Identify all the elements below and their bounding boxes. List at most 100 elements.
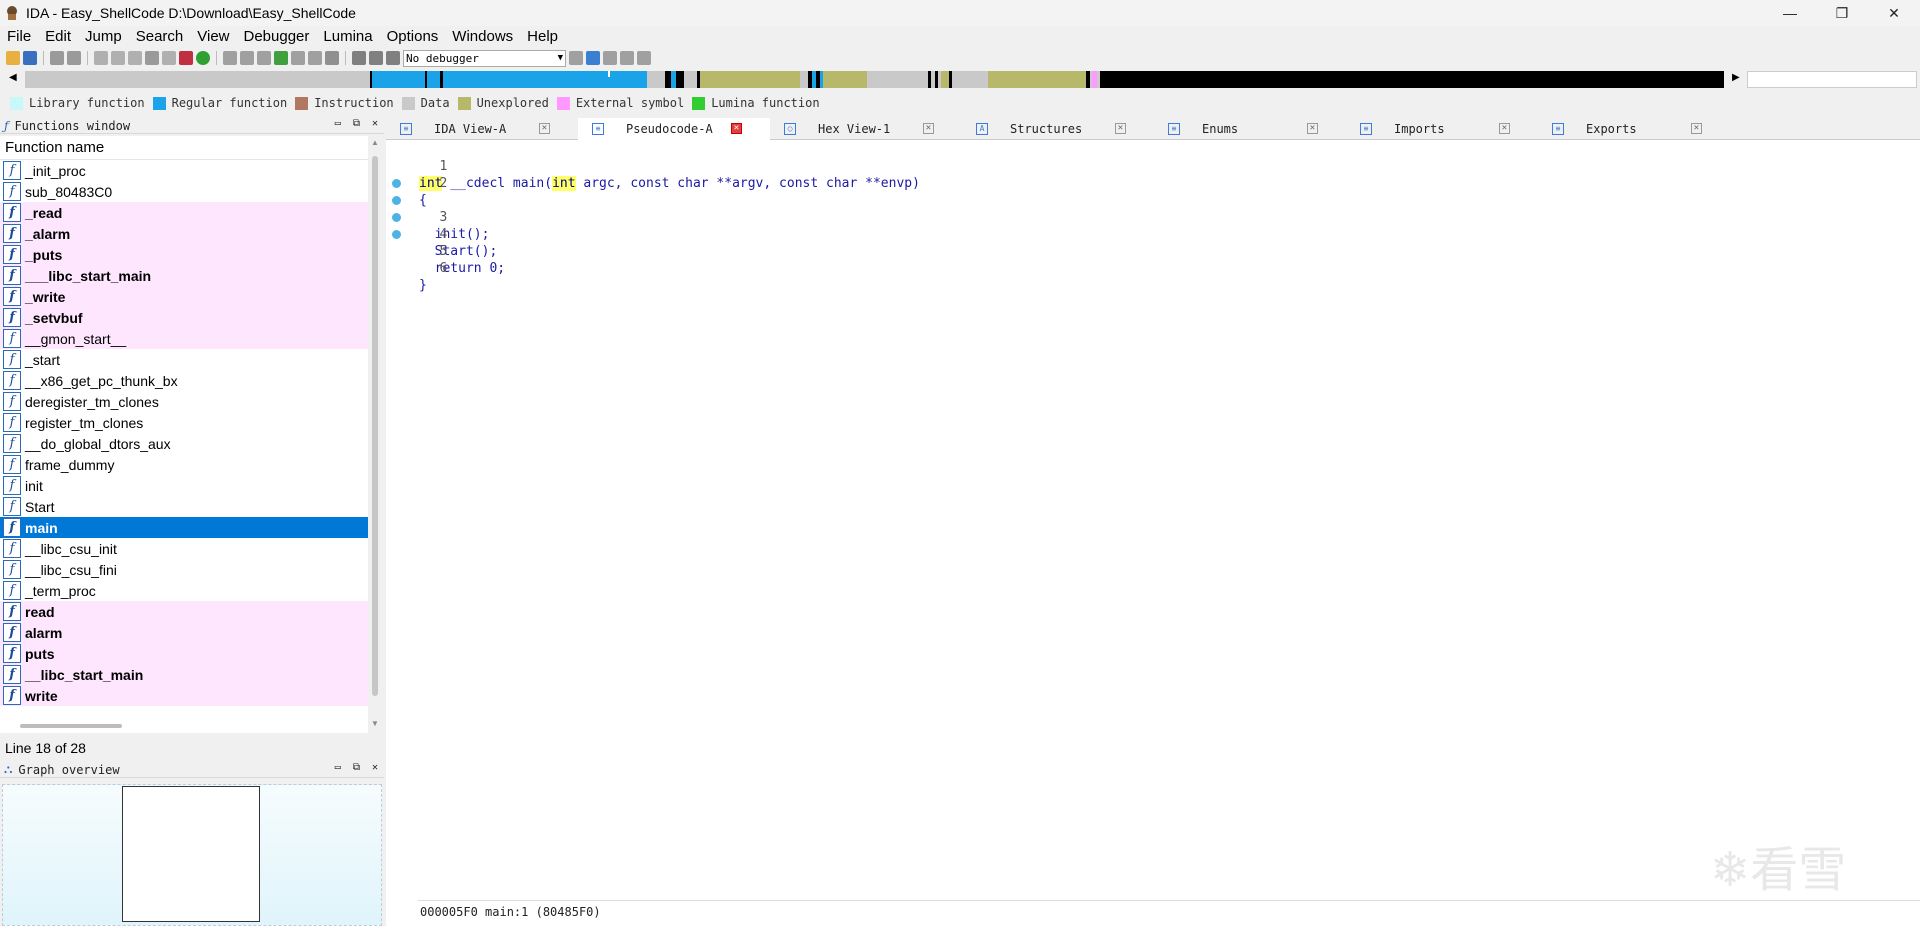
- plugin-icon[interactable]: [257, 51, 271, 65]
- pen-icon[interactable]: [308, 51, 322, 65]
- tab-enums[interactable]: ≡ Enums ✕: [1154, 118, 1346, 140]
- green-arrow-icon[interactable]: [274, 51, 288, 65]
- menu-edit[interactable]: Edit: [38, 26, 78, 48]
- close-tab-icon[interactable]: ✕: [539, 123, 550, 134]
- close-pane-icon[interactable]: ✕: [372, 762, 378, 773]
- menu-help[interactable]: Help: [520, 26, 565, 48]
- function-row[interactable]: f _init_proc: [0, 160, 368, 181]
- function-row[interactable]: f __libc_csu_fini: [0, 559, 368, 580]
- breakpoint-dot-icon[interactable]: [392, 230, 401, 239]
- scroll-up-icon[interactable]: ▲: [371, 138, 379, 147]
- chart2-icon[interactable]: [240, 51, 254, 65]
- function-row[interactable]: f main: [0, 517, 368, 538]
- back-arrow-icon[interactable]: [50, 51, 64, 65]
- close-tab-icon[interactable]: ✕: [923, 123, 934, 134]
- close-tab-icon[interactable]: ✕: [1691, 123, 1702, 134]
- graph-viewport-box[interactable]: [122, 786, 260, 922]
- code-line-3[interactable]: 3 init();: [386, 175, 786, 242]
- breakpoint-dot-icon[interactable]: [392, 213, 401, 222]
- binary-icon[interactable]: [128, 51, 142, 65]
- function-row[interactable]: f _write: [0, 286, 368, 307]
- function-row[interactable]: f ___libc_start_main: [0, 265, 368, 286]
- play-icon[interactable]: [352, 51, 366, 65]
- menu-search[interactable]: Search: [129, 26, 191, 48]
- function-row[interactable]: f _term_proc: [0, 580, 368, 601]
- function-row[interactable]: f deregister_tm_clones: [0, 391, 368, 412]
- function-row[interactable]: f __libc_csu_init: [0, 538, 368, 559]
- trace-icon[interactable]: [637, 51, 651, 65]
- function-row[interactable]: f register_tm_clones: [0, 412, 368, 433]
- function-row[interactable]: f write: [0, 685, 368, 706]
- functions-hscrollbar[interactable]: [20, 724, 122, 728]
- tools-icon[interactable]: [291, 51, 305, 65]
- debugger-select[interactable]: No debugger ▼: [403, 49, 566, 67]
- menu-view[interactable]: View: [190, 26, 236, 48]
- code-line-1[interactable]: 1 int __cdecl main(int argc, const char …: [386, 141, 920, 191]
- minimize-pane-icon[interactable]: ▭: [335, 118, 341, 129]
- menu-lumina[interactable]: Lumina: [316, 26, 379, 48]
- breakpoint-dot-icon[interactable]: [392, 196, 401, 205]
- graph-icon[interactable]: [179, 51, 193, 65]
- tab-imports[interactable]: ≡ Imports ✕: [1346, 118, 1538, 140]
- tab-hex-view-1[interactable]: ○ Hex View-1 ✕: [770, 118, 962, 140]
- green-dot-icon[interactable]: [196, 51, 210, 65]
- jump-down-icon[interactable]: [145, 51, 159, 65]
- function-row[interactable]: f _puts: [0, 244, 368, 265]
- tab-ida-view-a[interactable]: ≡ IDA View-A ✕: [386, 118, 578, 140]
- pause-icon[interactable]: [369, 51, 383, 65]
- close-tab-icon[interactable]: ✕: [1307, 123, 1318, 134]
- code-line-5[interactable]: 5 return 0;: [386, 209, 786, 276]
- code-line-2[interactable]: 2 {: [386, 158, 447, 208]
- menu-windows[interactable]: Windows: [445, 26, 520, 48]
- copy-icon[interactable]: [94, 51, 108, 65]
- close-tab-icon[interactable]: ✕: [731, 123, 742, 134]
- chart-icon[interactable]: [223, 51, 237, 65]
- paste-icon[interactable]: [111, 51, 125, 65]
- breakpoint-icon[interactable]: [620, 51, 634, 65]
- navigation-combo[interactable]: [1747, 71, 1917, 88]
- function-row[interactable]: f _setvbuf: [0, 307, 368, 328]
- function-row[interactable]: f __gmon_start__: [0, 328, 368, 349]
- open-file-icon[interactable]: [6, 51, 20, 65]
- function-row[interactable]: f read: [0, 601, 368, 622]
- function-row[interactable]: f puts: [0, 643, 368, 664]
- function-row[interactable]: f init: [0, 475, 368, 496]
- menu-options[interactable]: Options: [380, 26, 446, 48]
- close-tab-icon[interactable]: ✕: [1499, 123, 1510, 134]
- breakpoint-dot-icon[interactable]: [392, 179, 401, 188]
- float-pane-icon[interactable]: ⧉: [353, 118, 360, 129]
- function-row[interactable]: f __do_global_dtors_aux: [0, 433, 368, 454]
- menu-debugger[interactable]: Debugger: [237, 26, 317, 48]
- code-line-4[interactable]: 4 Start();: [386, 192, 786, 259]
- function-row[interactable]: f frame_dummy: [0, 454, 368, 475]
- scroll-right-icon[interactable]: ▶: [1732, 72, 1740, 83]
- options-icon[interactable]: [603, 51, 617, 65]
- refresh-icon[interactable]: [586, 51, 600, 65]
- scrollbar-thumb[interactable]: [372, 156, 378, 696]
- navigation-band[interactable]: [25, 71, 1724, 88]
- search-icon[interactable]: [162, 51, 176, 65]
- restore-button[interactable]: ❐: [1816, 0, 1868, 26]
- forward-arrow-icon[interactable]: [67, 51, 81, 65]
- function-row[interactable]: f __x86_get_pc_thunk_bx: [0, 370, 368, 391]
- float-pane-icon[interactable]: ⧉: [353, 762, 360, 773]
- function-row[interactable]: f Start: [0, 496, 368, 517]
- minimize-pane-icon[interactable]: ▭: [335, 762, 341, 773]
- close-tab-icon[interactable]: ✕: [1115, 123, 1126, 134]
- tab-structures[interactable]: A Structures ✕: [962, 118, 1154, 140]
- function-row[interactable]: f _read: [0, 202, 368, 223]
- cross-icon[interactable]: [325, 51, 339, 65]
- menu-file[interactable]: File: [0, 26, 38, 48]
- scroll-down-icon[interactable]: ▼: [371, 719, 379, 728]
- menu-jump[interactable]: Jump: [78, 26, 129, 48]
- close-pane-icon[interactable]: ✕: [372, 118, 378, 129]
- tab-pseudocode-a[interactable]: ≡ Pseudocode-A ✕: [578, 118, 770, 140]
- attach-icon[interactable]: [569, 51, 583, 65]
- function-row[interactable]: f alarm: [0, 622, 368, 643]
- functions-scrollbar[interactable]: ▲ ▼: [368, 136, 384, 733]
- function-row[interactable]: f sub_80483C0: [0, 181, 368, 202]
- close-button[interactable]: ✕: [1868, 0, 1920, 26]
- tab-exports[interactable]: ≡ Exports ✕: [1538, 118, 1730, 140]
- code-line-6[interactable]: 6 }: [386, 226, 786, 293]
- pseudocode-editor[interactable]: 1 int __cdecl main(int argc, const char …: [386, 141, 1920, 905]
